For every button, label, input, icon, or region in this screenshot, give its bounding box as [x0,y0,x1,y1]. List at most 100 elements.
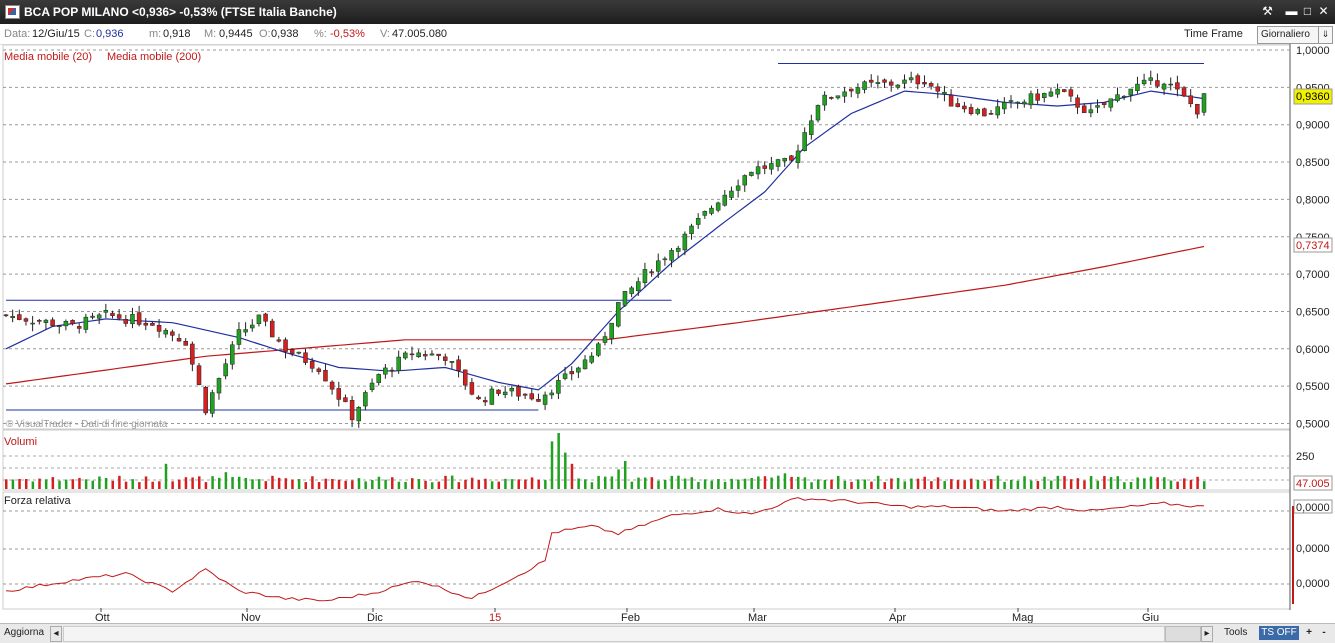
candle-body [56,325,62,327]
candle-body [569,371,574,375]
candle-body [496,389,501,394]
candle-body [356,407,361,422]
candle-body [216,378,222,394]
scroll-left-icon[interactable]: ◂ [50,626,62,642]
volume-bar [637,477,640,489]
candle-body [809,120,814,135]
candle-body [256,314,262,324]
scrollbar-thumb[interactable] [1165,626,1201,642]
volume-bar [371,480,374,489]
candle-body [1048,91,1054,97]
volume-bar [1156,477,1159,489]
volume-bar [836,475,840,489]
volume-bar [743,478,747,489]
candle-body [609,322,614,340]
volume-bar [417,479,421,489]
candle-body [842,91,847,97]
volume-bar [797,476,800,489]
candle-body [988,113,994,115]
volume-bar [11,479,15,489]
ma200-line [5,245,1205,385]
candle-body [735,185,741,191]
candle-body [709,207,714,214]
volume-bar [690,477,694,489]
ts-toggle[interactable]: TS OFF [1259,626,1299,640]
volume-bar [424,480,427,489]
candle-body [522,393,528,396]
candle-body [1095,105,1100,108]
volume-bar [351,480,354,489]
volume-bar [444,475,447,489]
volume-bar [783,473,787,489]
volume-bar [490,481,494,489]
candle-body [1101,102,1107,105]
volume-bar [158,481,161,489]
candle-body [948,94,954,107]
candle-body [303,352,308,363]
scroll-right-icon[interactable]: ▸ [1201,626,1213,642]
scrollbar-track[interactable] [63,626,1165,642]
candle-body [502,391,508,395]
candle-body [349,400,355,421]
volume-bar [51,477,55,489]
volume-bar [191,477,194,489]
volume-bar [530,477,534,489]
volume-bar [217,477,221,489]
tools-button[interactable]: Tools [1224,626,1254,640]
candle-body [309,360,315,369]
volume-bar [564,452,567,489]
volume-bar [1163,477,1166,489]
zoom-out-button[interactable]: - [1318,626,1330,640]
price-tick-label: 0,8000 [1296,194,1330,206]
volume-bar [544,480,547,489]
candle-body [642,269,648,284]
volume-bar [557,433,560,489]
volume-bar [510,479,514,489]
volume-bar [876,475,880,489]
candle-body [875,82,881,84]
candle-body [822,94,827,106]
volume-bar [1089,475,1093,489]
candle-body [715,202,721,211]
volume-bar [344,480,347,489]
volume-bar [1149,476,1153,489]
zoom-in-button[interactable]: + [1303,626,1315,640]
rs-tick-1: 0,0000 [1296,502,1330,514]
candles [3,70,1207,428]
rs-title: Forza relativa [4,495,72,507]
volume-bar [151,481,154,489]
volume-bar [198,476,201,489]
candle-body [243,329,248,333]
candle-body [269,320,275,338]
candle-body [562,373,568,379]
price-tick-label: 0,6000 [1296,344,1330,356]
volume-bar [324,478,327,489]
candle-body [636,281,641,291]
candle-body [662,258,668,261]
candle-body [755,166,761,175]
volume-bar [1023,476,1026,489]
volume-bar [244,477,248,489]
candle-body [462,369,468,386]
volume-bar [397,481,401,489]
volume-bar [1196,476,1199,489]
volume-bar [430,482,434,489]
candle-body [136,312,142,325]
chart-area[interactable]: 1,00000,95000,90000,85000,80000,75000,70… [0,0,1335,642]
volume-bar [1143,478,1146,489]
candle-body [922,82,927,85]
volume-bar [604,476,607,489]
volume-bar [84,479,88,489]
volume-bar [643,477,647,489]
volume-bar [78,477,81,489]
candle-body [263,313,268,322]
volume-bar [757,476,760,489]
rs-tick-2: 0,0000 [1296,543,1330,555]
volume-bar [124,481,128,489]
volume-bar [111,480,114,489]
volume-bar [204,482,208,489]
bottom-bar: Aggiorna ◂ ▸ Tools TS OFF + - [0,623,1335,643]
volume-bar [683,478,687,489]
update-button[interactable]: Aggiorna [4,626,48,640]
candle-body [835,95,841,99]
